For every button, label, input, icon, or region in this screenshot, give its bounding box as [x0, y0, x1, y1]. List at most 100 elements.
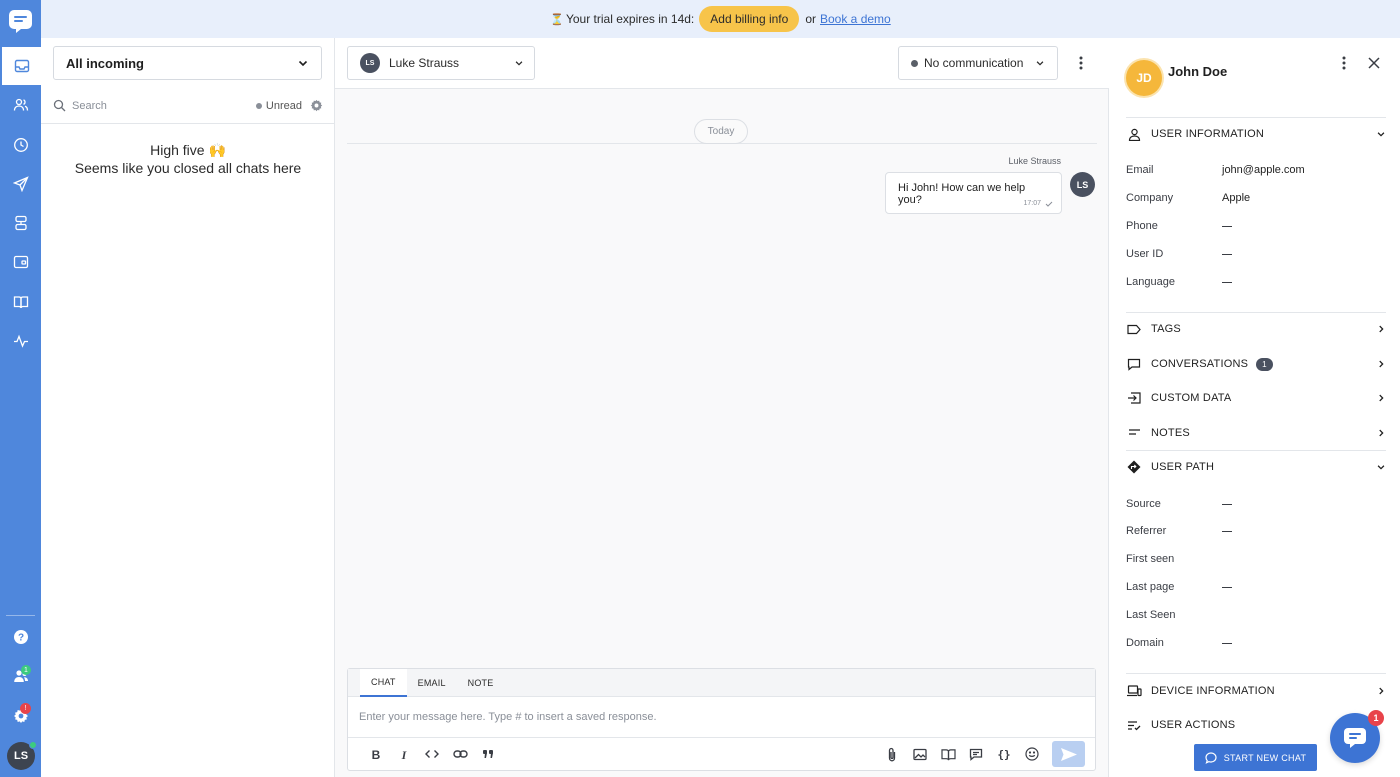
user-actions-icon [1126, 717, 1142, 733]
section-user-path[interactable]: USER PATH [1126, 450, 1386, 484]
search-input[interactable]: Search [72, 100, 256, 112]
message-avatar: LS [1070, 172, 1095, 197]
help-icon[interactable]: ? [0, 618, 41, 656]
online-status-dot [29, 741, 37, 749]
unread-filter-toggle[interactable]: Unread [255, 100, 302, 112]
chevron-right-icon [1376, 324, 1386, 334]
empty-value-dash[interactable] [1222, 253, 1232, 255]
automation-icon[interactable] [0, 204, 41, 242]
tab-email[interactable]: EMAIL [407, 669, 457, 697]
tag-icon [1126, 321, 1142, 337]
user-icon [1126, 126, 1142, 142]
knowledge-article-icon[interactable] [934, 743, 962, 765]
user-path-last-seen: Last Seen [1126, 609, 1176, 621]
book-demo-link[interactable]: Book a demo [820, 12, 891, 26]
emoji-icon[interactable] [1018, 743, 1046, 765]
chevron-right-icon [1376, 686, 1386, 696]
attachment-icon[interactable] [878, 743, 906, 765]
profile-more-options-icon[interactable] [1336, 55, 1352, 71]
start-new-chat-label: START NEW CHAT [1223, 752, 1307, 763]
bold-icon[interactable]: B [362, 743, 390, 765]
image-icon[interactable] [906, 743, 934, 765]
assignee-avatar: LS [360, 53, 380, 73]
section-user-information[interactable]: USER INFORMATION [1126, 117, 1386, 151]
inbox-icon[interactable] [2, 47, 41, 85]
inbox-panel: All incoming Search Unread High five 🙌 S… [41, 38, 335, 777]
empty-value-dash [1222, 503, 1232, 505]
user-path-source: Source [1126, 494, 1386, 514]
composer-toolbar: B I {} [348, 738, 1095, 770]
tab-note[interactable]: NOTE [457, 669, 505, 697]
profile-name: John Doe [1168, 64, 1228, 79]
close-icon[interactable] [1366, 55, 1382, 71]
chevron-down-icon [1376, 462, 1386, 472]
rail-divider [6, 615, 35, 616]
delivered-check-icon [1045, 201, 1053, 207]
team-badge: 1 [21, 665, 31, 675]
notes-icon [1126, 425, 1142, 441]
code-icon[interactable] [418, 743, 446, 765]
chevron-down-icon [1035, 58, 1045, 68]
composer-tabs: CHAT EMAIL NOTE [348, 669, 1095, 697]
message-text: Hi John! How can we help you? [898, 182, 1026, 206]
quote-icon[interactable] [474, 743, 502, 765]
send-button[interactable] [1052, 741, 1085, 767]
assignee-select[interactable]: LS Luke Strauss [347, 46, 535, 80]
chat-bubble-icon [1205, 751, 1217, 764]
user-info-phone: Phone [1126, 216, 1386, 236]
user-path-last-page: Last page [1126, 577, 1386, 597]
empty-inbox-subtitle: Seems like you closed all chats here [74, 160, 302, 176]
inbox-settings-gear-icon[interactable] [310, 99, 323, 112]
inbox-filter-select[interactable]: All incoming [53, 46, 322, 80]
analytics-pulse-icon[interactable] [0, 322, 41, 360]
chat-panel: LS Luke Strauss No communication Today L… [335, 38, 1109, 777]
empty-inbox-message: High five 🙌 Seems like you closed all ch… [41, 141, 335, 177]
search-icon [53, 99, 66, 112]
message-time-text: 17:07 [1023, 200, 1041, 207]
section-device-information[interactable]: DEVICE INFORMATION [1126, 674, 1386, 708]
svg-text:B: B [372, 749, 381, 760]
communication-status-select[interactable]: No communication [898, 46, 1058, 80]
link-icon[interactable] [446, 743, 474, 765]
section-notes[interactable]: NOTES [1126, 416, 1386, 450]
settings-gear-icon[interactable] [0, 697, 41, 735]
message-time: 17:07 [1023, 200, 1053, 207]
empty-value-dash [1222, 530, 1232, 532]
section-custom-data[interactable]: CUSTOM DATA [1126, 381, 1386, 415]
chevron-down-icon [514, 58, 524, 68]
user-path-domain: Domain [1126, 633, 1386, 653]
custom-data-icon [1126, 390, 1142, 406]
knowledge-base-icon[interactable] [0, 283, 41, 321]
empty-value-dash [1222, 586, 1232, 588]
send-campaign-icon[interactable] [0, 165, 41, 203]
tab-chat[interactable]: CHAT [360, 669, 407, 697]
section-tags[interactable]: TAGS [1126, 312, 1386, 346]
saved-response-icon[interactable] [962, 743, 990, 765]
empty-value-dash[interactable] [1222, 281, 1232, 283]
chevron-right-icon [1376, 428, 1386, 438]
app-logo-icon[interactable] [8, 9, 33, 34]
user-info-company: Company Apple [1126, 192, 1251, 204]
hourglass-icon: ⏳ [550, 13, 564, 26]
unread-dot-icon [255, 102, 262, 109]
user-info-email: Email john@apple.com [1126, 164, 1305, 176]
add-billing-button[interactable]: Add billing info [699, 6, 800, 32]
message-input[interactable]: Enter your message here. Type # to inser… [348, 697, 1095, 738]
svg-text:?: ? [17, 633, 23, 644]
send-icon [1060, 747, 1077, 761]
message-bubble: Hi John! How can we help you? 17:07 [885, 172, 1062, 214]
start-new-chat-button[interactable]: START NEW CHAT [1194, 744, 1317, 771]
contacts-icon[interactable] [0, 86, 41, 124]
user-profile-panel: JD John Doe USER INFORMATION Email john@… [1110, 38, 1400, 777]
team-icon[interactable] [0, 657, 41, 695]
widget-icon[interactable] [0, 243, 41, 281]
status-dot-icon [911, 59, 918, 67]
empty-value-dash[interactable] [1222, 225, 1232, 227]
device-icon [1126, 683, 1142, 699]
history-clock-icon[interactable] [0, 126, 41, 164]
section-conversations[interactable]: CONVERSATIONS 1 [1126, 347, 1386, 381]
chat-more-options-icon[interactable] [1073, 55, 1089, 71]
variables-braces-icon[interactable]: {} [990, 743, 1018, 765]
italic-icon[interactable]: I [390, 743, 418, 765]
conversation-icon [1126, 356, 1142, 372]
